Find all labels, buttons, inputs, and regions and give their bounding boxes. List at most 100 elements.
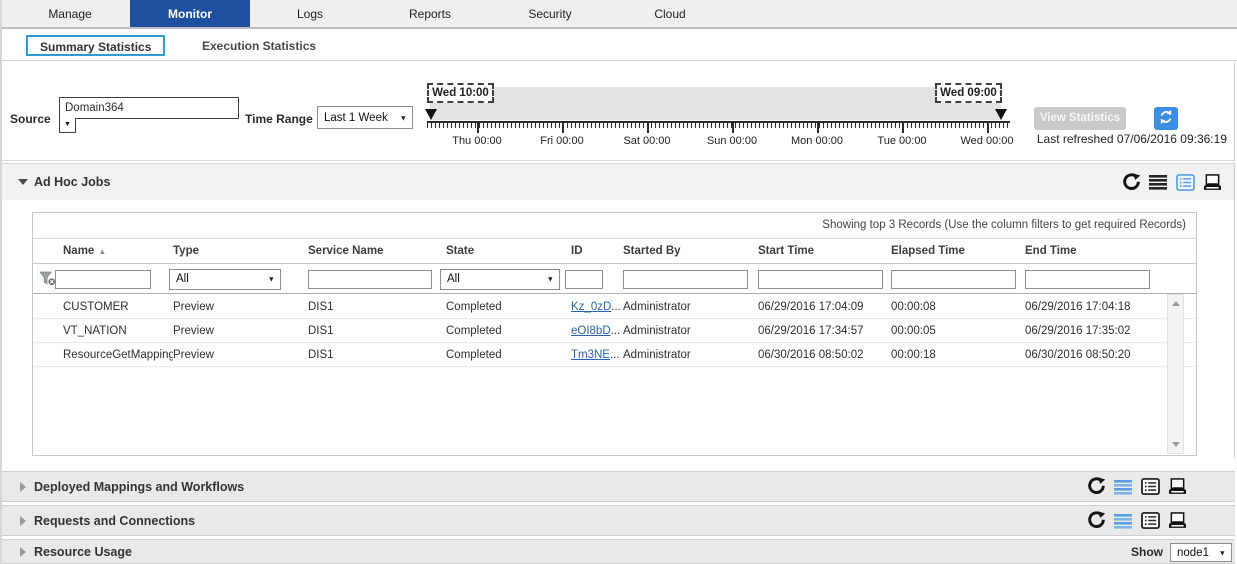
- section-resource-usage[interactable]: Resource Usage Show node1 ▼: [2, 539, 1235, 564]
- filter-end-time-input[interactable]: [1025, 270, 1150, 289]
- timeline-ruler: [427, 121, 1010, 128]
- time-range-value: Last 1 Week: [324, 112, 388, 124]
- node-select-value: node1: [1177, 547, 1209, 559]
- refresh-icon[interactable]: [1086, 511, 1106, 531]
- filter-type-value: All: [176, 273, 189, 285]
- job-id-link[interactable]: Tm3NE: [571, 349, 610, 361]
- tab-execution-statistics[interactable]: Execution Statistics: [202, 39, 316, 53]
- column-header-started-by[interactable]: Started By: [623, 245, 758, 257]
- detail-view-icon-selected[interactable]: [1175, 172, 1195, 192]
- refresh-button[interactable]: [1154, 107, 1178, 130]
- summary-view-icon-selected[interactable]: [1113, 511, 1133, 531]
- sort-ascending-icon: ▲: [98, 247, 106, 256]
- section-toolbar: [1086, 477, 1187, 497]
- print-icon[interactable]: [1202, 172, 1222, 192]
- tab-summary-statistics[interactable]: Summary Statistics: [26, 35, 165, 56]
- section-title: Ad Hoc Jobs: [34, 175, 110, 189]
- column-header-type[interactable]: Type: [173, 245, 308, 257]
- chevron-down-icon: ▼: [1219, 548, 1226, 557]
- tab-reports[interactable]: Reports: [370, 0, 490, 27]
- summary-view-icon-selected[interactable]: [1113, 477, 1133, 497]
- column-header-end-time[interactable]: End Time: [1025, 245, 1196, 257]
- print-icon[interactable]: [1167, 511, 1187, 531]
- day-tick: [902, 121, 904, 133]
- node-select[interactable]: node1 ▼: [1170, 543, 1232, 562]
- print-icon[interactable]: [1167, 477, 1187, 497]
- table-row[interactable]: CUSTOMERPreview DIS1Completed Kz_0zD... …: [33, 295, 1196, 319]
- range-end-handle[interactable]: Wed 09:00: [935, 83, 1002, 103]
- section-toolbar: [1121, 172, 1222, 192]
- day-tick: [647, 121, 649, 133]
- column-header-start-time[interactable]: Start Time: [758, 245, 891, 257]
- main-tab-bar: Manage Monitor Logs Reports Security Clo…: [0, 0, 1237, 29]
- ad-hoc-jobs-table: Showing top 3 Records (Use the column fi…: [32, 212, 1197, 456]
- tab-manage[interactable]: Manage: [10, 0, 130, 27]
- monitor-page: Manage Monitor Logs Reports Security Clo…: [0, 0, 1237, 564]
- ad-hoc-jobs-header[interactable]: Ad Hoc Jobs: [2, 163, 1234, 200]
- refresh-icon: [1158, 109, 1174, 128]
- column-header-service-name[interactable]: Service Name: [308, 245, 446, 257]
- detail-view-icon[interactable]: [1140, 511, 1160, 531]
- tick-label: Sun 00:00: [697, 135, 767, 147]
- tab-monitor[interactable]: Monitor: [130, 0, 250, 27]
- column-filter-row: All ▼ All ▼: [33, 265, 1196, 294]
- job-id-link[interactable]: Kz_0zD: [571, 301, 611, 313]
- filter-id-input[interactable]: [565, 270, 603, 289]
- source-input[interactable]: Domain364: [59, 97, 239, 119]
- tick-label: Sat 00:00: [612, 135, 682, 147]
- summary-view-icon[interactable]: [1148, 172, 1168, 192]
- column-header-state[interactable]: State: [446, 245, 571, 257]
- selected-range-bar[interactable]: [430, 87, 1001, 120]
- tab-security[interactable]: Security: [490, 0, 610, 27]
- detail-view-icon[interactable]: [1140, 477, 1160, 497]
- column-header-id[interactable]: ID: [571, 245, 623, 257]
- source-dropdown-arrow[interactable]: ▼: [59, 118, 76, 133]
- range-start-handle[interactable]: Wed 10:00: [427, 83, 494, 103]
- clear-filter-icon[interactable]: [39, 271, 56, 289]
- section-title: Deployed Mappings and Workflows: [34, 480, 244, 494]
- scroll-up-icon[interactable]: [1172, 301, 1180, 306]
- table-row[interactable]: VT_NATIONPreview DIS1Completed eOI8bD...…: [33, 319, 1196, 343]
- table-row[interactable]: ResourceGetMappingPreview DIS1Completed …: [33, 343, 1196, 367]
- collapse-arrow-icon[interactable]: [18, 179, 28, 185]
- expand-arrow-icon[interactable]: [20, 482, 26, 492]
- record-count-text: Showing top 3 Records (Use the column fi…: [822, 219, 1186, 231]
- section-requests-and-connections[interactable]: Requests and Connections: [2, 505, 1235, 536]
- view-statistics-button[interactable]: View Statistics: [1034, 107, 1126, 130]
- section-deployed-mappings-and-workflows[interactable]: Deployed Mappings and Workflows: [2, 471, 1235, 502]
- filter-state-value: All: [447, 273, 460, 285]
- expand-arrow-icon[interactable]: [20, 547, 26, 557]
- scroll-down-icon[interactable]: [1172, 442, 1180, 447]
- refresh-icon[interactable]: [1121, 172, 1141, 192]
- section-title: Requests and Connections: [34, 514, 195, 528]
- range-end-marker-icon[interactable]: [995, 109, 1007, 120]
- filter-name-input[interactable]: [55, 270, 151, 289]
- column-header-elapsed-time[interactable]: Elapsed Time: [891, 245, 1025, 257]
- filter-state-select[interactable]: All ▼: [440, 269, 560, 290]
- section-toolbar: [1086, 511, 1187, 531]
- sub-tab-bar: Summary Statistics Execution Statistics: [2, 31, 1237, 61]
- tick-label: Wed 00:00: [952, 135, 1022, 147]
- day-tick: [987, 121, 989, 133]
- filter-service-name-input[interactable]: [308, 270, 432, 289]
- tab-logs[interactable]: Logs: [250, 0, 370, 27]
- time-range-label: Time Range: [245, 112, 313, 126]
- filter-start-time-input[interactable]: [758, 270, 883, 289]
- time-range-select[interactable]: Last 1 Week ▼: [317, 106, 413, 129]
- last-refreshed-text: Last refreshed 07/06/2016 09:36:19: [1037, 132, 1227, 146]
- table-scrollbar[interactable]: [1167, 294, 1184, 454]
- tick-label: Thu 00:00: [442, 135, 512, 147]
- filter-elapsed-time-input[interactable]: [891, 270, 1016, 289]
- expand-arrow-icon[interactable]: [20, 516, 26, 526]
- filter-type-select[interactable]: All ▼: [169, 269, 281, 290]
- tick-label: Mon 00:00: [782, 135, 852, 147]
- column-header-name[interactable]: Name▲: [63, 245, 173, 257]
- range-start-marker-icon[interactable]: [425, 109, 437, 120]
- filter-started-by-input[interactable]: [623, 270, 748, 289]
- job-id-link[interactable]: eOI8bD: [571, 325, 611, 337]
- refresh-icon[interactable]: [1086, 477, 1106, 497]
- section-title: Resource Usage: [34, 545, 132, 559]
- tab-cloud[interactable]: Cloud: [610, 0, 730, 27]
- day-tick: [562, 121, 564, 133]
- table-body: CUSTOMERPreview DIS1Completed Kz_0zD... …: [33, 295, 1196, 367]
